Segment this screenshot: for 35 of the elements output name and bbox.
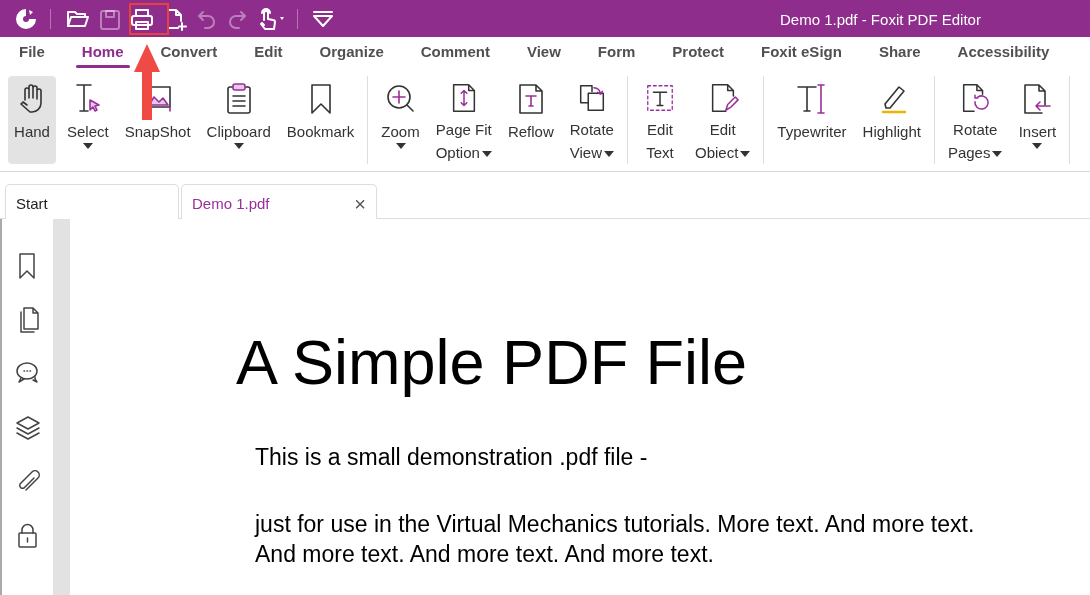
ribbon-button[interactable]: Typewriter bbox=[772, 76, 852, 164]
ribbon-button[interactable]: Reflow bbox=[502, 76, 559, 164]
ribbon-button[interactable]: Bookmark bbox=[281, 76, 360, 164]
ribbon-button[interactable]: Edit Obiect bbox=[690, 76, 756, 164]
document-paragraph: This is a small demonstration .pdf file - bbox=[255, 443, 649, 472]
menu-tab[interactable]: Home bbox=[75, 40, 130, 69]
ribbon-button[interactable]: Page Fit Option bbox=[430, 76, 497, 164]
layers-icon[interactable] bbox=[14, 414, 41, 442]
menu-tab[interactable]: Comment bbox=[420, 40, 490, 69]
document-tab[interactable]: Start bbox=[5, 184, 179, 219]
app-logo[interactable] bbox=[14, 6, 38, 31]
close-button[interactable]: × bbox=[354, 194, 366, 214]
menu-tab[interactable]: Organize bbox=[319, 40, 384, 69]
ribbon-button[interactable]: Zoom bbox=[376, 76, 425, 164]
menu-tab[interactable]: Foxit eSign bbox=[761, 40, 842, 69]
document-paragraph: just for use in the Virtual Mechanics tutorials. More text. And more text. And more text. And more text. And more text. bbox=[255, 510, 976, 569]
menu-tab[interactable]: Edit bbox=[254, 40, 283, 69]
menu-tab[interactable]: Accessibility bbox=[957, 40, 1050, 69]
menu-tab[interactable]: Convert bbox=[160, 40, 218, 69]
document-tab[interactable]: Demo 1.pdf × bbox=[181, 184, 377, 219]
menu-tab[interactable]: File bbox=[19, 40, 45, 69]
menu-tab[interactable]: Form bbox=[597, 40, 636, 69]
ribbon-button[interactable]: Hand bbox=[8, 76, 56, 164]
print-icon[interactable] bbox=[129, 6, 155, 31]
ribbon-button[interactable]: Edit Text bbox=[636, 76, 684, 164]
ribbon-button[interactable]: Highlight bbox=[857, 76, 926, 164]
ribbon-button[interactable]: Clipboard bbox=[201, 76, 276, 164]
ribbon-button[interactable]: Insert bbox=[1013, 76, 1062, 164]
ribbon-button[interactable]: Rotate Pages bbox=[942, 76, 1008, 164]
ribbon-button[interactable]: Select bbox=[62, 76, 114, 164]
menu-tab[interactable]: View bbox=[526, 40, 561, 69]
menu-tab[interactable]: Share bbox=[878, 40, 921, 69]
window-title: Demo 1.pdf - Foxit PDF Editor bbox=[780, 10, 981, 30]
ribbon-button[interactable]: Rotate View bbox=[564, 76, 619, 164]
menu-tab[interactable]: Protect bbox=[672, 40, 725, 69]
